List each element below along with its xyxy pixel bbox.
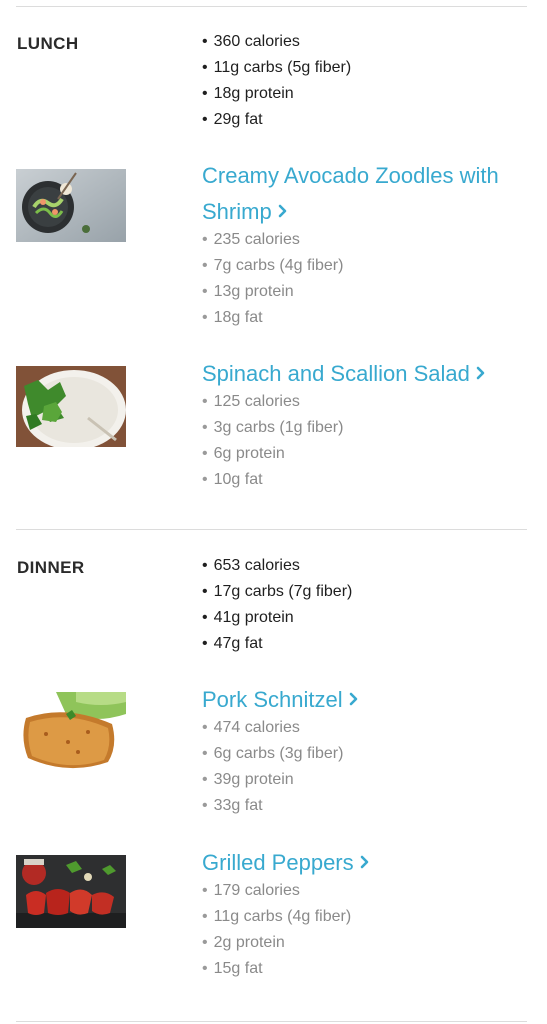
summary-protein: 41g protein bbox=[202, 605, 352, 631]
chevron-right-icon bbox=[278, 193, 288, 228]
dinner-nutrition-summary: 653 calories 17g carbs (7g fiber) 41g pr… bbox=[202, 553, 353, 657]
section-divider bbox=[16, 6, 527, 7]
recipe-title-spinach-salad: Spinach and Scallion Salad bbox=[202, 361, 470, 386]
recipe-link-spinach-salad[interactable]: Spinach and Scallion Salad bbox=[202, 355, 532, 391]
summary-calories: 653 calories bbox=[202, 553, 352, 579]
schnitzel-photo[interactable] bbox=[16, 692, 126, 774]
meal-label-dinner: DINNER bbox=[17, 558, 85, 577]
recipe-link-zoodles[interactable]: Creamy Avocado Zoodles with Shrimp bbox=[202, 158, 532, 229]
meal-label-lunch: LUNCH bbox=[17, 34, 79, 53]
salad-bowl-photo[interactable] bbox=[16, 366, 126, 447]
stat-fat: 10g fat bbox=[202, 467, 343, 493]
chevron-right-icon bbox=[360, 844, 370, 879]
chevron-right-icon bbox=[476, 355, 486, 390]
stat-fat: 18g fat bbox=[202, 305, 343, 331]
stat-calories: 474 calories bbox=[202, 715, 343, 741]
stat-calories: 179 calories bbox=[202, 878, 351, 904]
summary-fat: 47g fat bbox=[202, 631, 352, 657]
recipe-title-grilled-peppers: Grilled Peppers bbox=[202, 850, 354, 875]
stat-fat: 33g fat bbox=[202, 793, 343, 819]
summary-carbs: 11g carbs (5g fiber) bbox=[202, 55, 352, 81]
stat-protein: 13g protein bbox=[202, 279, 343, 305]
stat-protein: 39g protein bbox=[202, 767, 343, 793]
recipe-link-pork-schnitzel[interactable]: Pork Schnitzel bbox=[202, 681, 532, 717]
stat-carbs: 11g carbs (4g fiber) bbox=[202, 904, 352, 930]
recipe-title-pork-schnitzel: Pork Schnitzel bbox=[202, 687, 343, 712]
recipe-stats-grilled-peppers: 179 calories 11g carbs (4g fiber) 2g pro… bbox=[202, 878, 352, 982]
stat-protein: 6g protein bbox=[202, 441, 343, 467]
section-divider bbox=[16, 529, 527, 530]
zoodles-dish-photo[interactable] bbox=[16, 169, 126, 242]
stat-carbs: 7g carbs (4g fiber) bbox=[202, 253, 344, 279]
recipe-stats-spinach-salad: 125 calories 3g carbs (1g fiber) 6g prot… bbox=[202, 389, 344, 493]
stat-fat: 15g fat bbox=[202, 956, 351, 982]
recipe-stats-pork-schnitzel: 474 calories 6g carbs (3g fiber) 39g pro… bbox=[202, 715, 344, 819]
recipe-link-grilled-peppers[interactable]: Grilled Peppers bbox=[202, 844, 532, 880]
stat-carbs: 6g carbs (3g fiber) bbox=[202, 741, 344, 767]
stat-carbs: 3g carbs (1g fiber) bbox=[202, 415, 344, 441]
section-divider bbox=[16, 1021, 527, 1022]
recipe-title-zoodles: Creamy Avocado Zoodles with Shrimp bbox=[202, 163, 499, 224]
stat-protein: 2g protein bbox=[202, 930, 351, 956]
summary-carbs: 17g carbs (7g fiber) bbox=[202, 579, 353, 605]
lunch-nutrition-summary: 360 calories 11g carbs (5g fiber) 18g pr… bbox=[202, 29, 352, 133]
stat-calories: 125 calories bbox=[202, 389, 343, 415]
summary-protein: 18g protein bbox=[202, 81, 351, 107]
chevron-right-icon bbox=[349, 681, 359, 716]
recipe-stats-zoodles: 235 calories 7g carbs (4g fiber) 13g pro… bbox=[202, 227, 344, 331]
grilled-peppers-photo[interactable] bbox=[16, 855, 126, 928]
stat-calories: 235 calories bbox=[202, 227, 343, 253]
summary-fat: 29g fat bbox=[202, 107, 351, 133]
summary-calories: 360 calories bbox=[202, 29, 351, 55]
